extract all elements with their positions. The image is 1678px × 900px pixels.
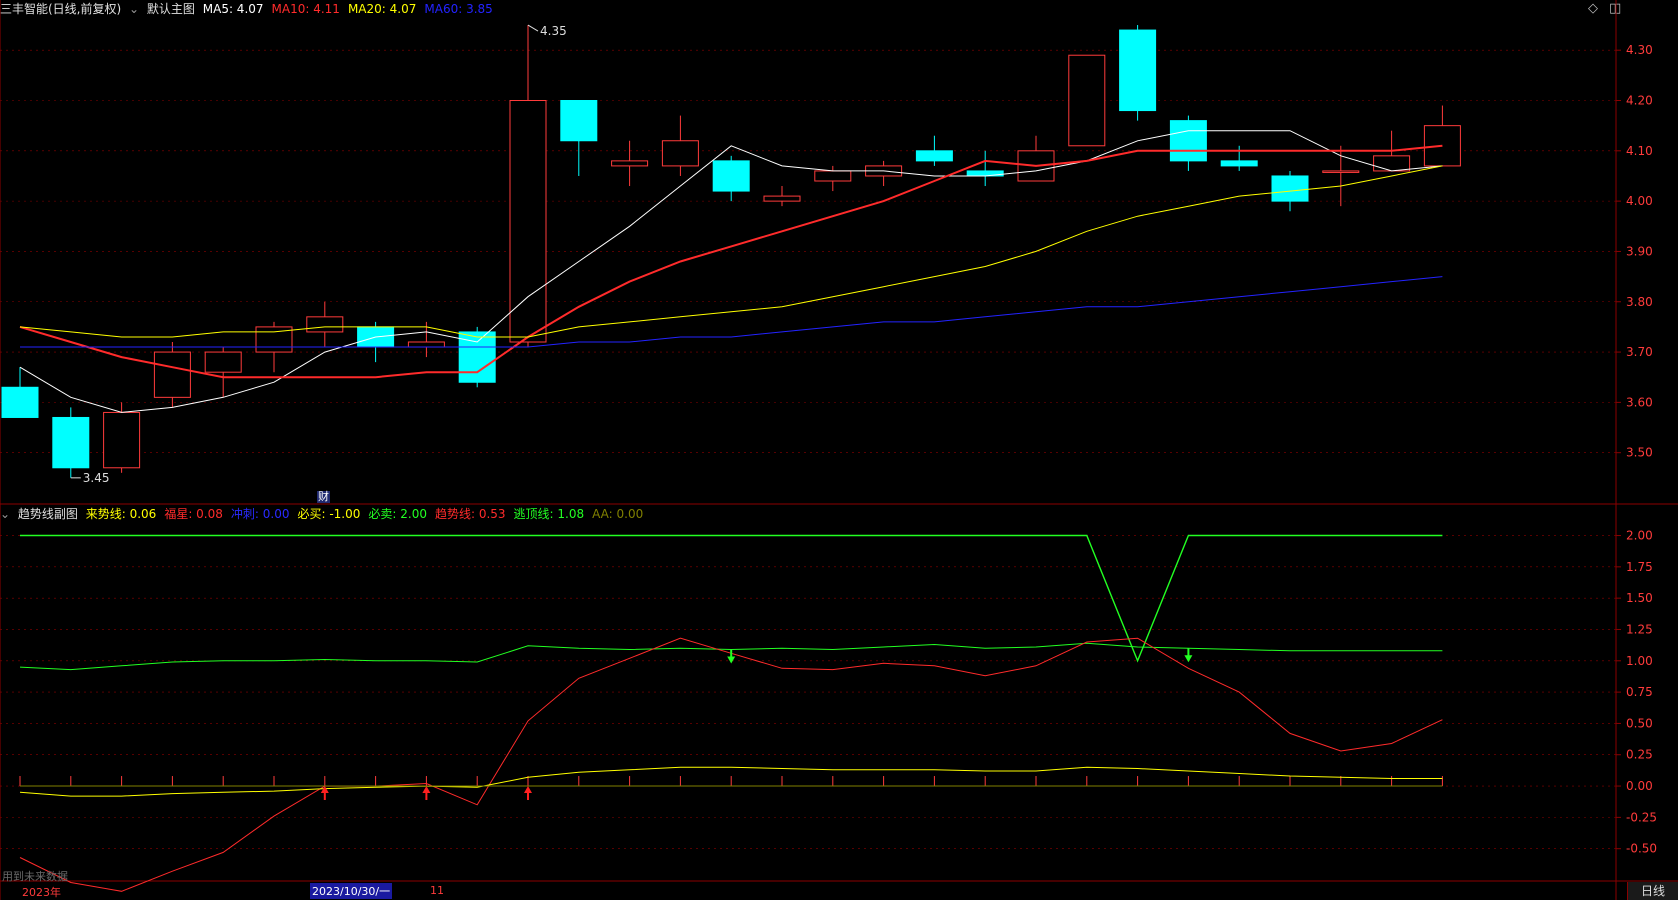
candle-body bbox=[103, 411, 141, 469]
price-annotation-pointer bbox=[527, 24, 539, 32]
candle-body bbox=[1220, 160, 1258, 167]
candle-body bbox=[1423, 125, 1461, 167]
sub-tick-label: 1.75 bbox=[1626, 560, 1653, 574]
buy-arrow-icon bbox=[422, 786, 431, 801]
candle-body bbox=[1169, 120, 1207, 162]
main-tick-label: 3.90 bbox=[1626, 244, 1653, 258]
year-label: 2023年 bbox=[22, 886, 61, 899]
price-annotation-label: 4.35 bbox=[540, 24, 567, 38]
candle-body bbox=[814, 170, 852, 182]
sub-tick-label: -0.25 bbox=[1626, 810, 1657, 824]
sub-line-趋势线 bbox=[19, 637, 1443, 892]
candle-body bbox=[915, 150, 953, 162]
candle-body bbox=[1271, 175, 1309, 202]
sub-tick-label: -0.50 bbox=[1626, 842, 1657, 856]
sub-tick-label: 0.75 bbox=[1626, 685, 1653, 699]
candle-body bbox=[1322, 170, 1360, 173]
candle-body bbox=[1119, 29, 1157, 112]
candle-body bbox=[204, 351, 242, 373]
candle-body bbox=[611, 160, 649, 167]
future-data-note: 用到未来数据 bbox=[2, 870, 68, 883]
candle-body bbox=[763, 195, 801, 202]
chart-canvas[interactable]: 4.35 3.45 4.30 4.20 4.10 4.00 3.90 3.80 3.70 3.6… bbox=[0, 0, 1678, 900]
sub-tick-label: 0.25 bbox=[1626, 748, 1653, 762]
candle-body bbox=[661, 140, 699, 167]
candle-body bbox=[509, 100, 547, 343]
main-tick-label: 3.60 bbox=[1626, 395, 1653, 409]
candle-body bbox=[52, 416, 90, 469]
sub-tick-label: 1.00 bbox=[1626, 654, 1653, 668]
sub-tick-label: 0.50 bbox=[1626, 716, 1653, 730]
main-tick-label: 3.80 bbox=[1626, 295, 1653, 309]
sell-arrow-icon bbox=[727, 649, 736, 664]
sell-arrow-icon bbox=[1184, 648, 1193, 663]
candle-body bbox=[153, 351, 191, 398]
sub-line-必卖 bbox=[20, 534, 1443, 663]
candle-body bbox=[1, 386, 39, 418]
buy-arrow-icon bbox=[524, 786, 532, 801]
main-tick-label: 4.20 bbox=[1626, 94, 1653, 108]
sub-tick-label: 2.00 bbox=[1626, 529, 1653, 543]
candle-body bbox=[1373, 155, 1411, 172]
price-annotation-label: 3.45 bbox=[83, 471, 110, 485]
sub-tick-label: 0.00 bbox=[1626, 779, 1653, 793]
candle-body bbox=[560, 100, 598, 142]
main-tick-label: 4.00 bbox=[1626, 194, 1653, 208]
candle-body bbox=[306, 316, 344, 333]
sub-tick-label: 1.50 bbox=[1626, 591, 1653, 605]
period-tab-daily[interactable]: 日线 bbox=[1627, 882, 1678, 900]
event-marker-icon[interactable]: 财 bbox=[317, 491, 330, 503]
month-label: 11 bbox=[430, 884, 444, 897]
candle-body bbox=[1068, 54, 1106, 147]
main-tick-label: 4.10 bbox=[1626, 144, 1653, 158]
main-tick-label: 4.30 bbox=[1626, 43, 1653, 57]
main-tick-label: 3.50 bbox=[1626, 446, 1653, 460]
date-cursor-label: 2023/10/30/一 bbox=[310, 883, 393, 899]
candle-body bbox=[712, 160, 750, 192]
main-tick-label: 3.70 bbox=[1626, 345, 1653, 359]
candle-body bbox=[407, 341, 445, 348]
sub-tick-label: 1.25 bbox=[1626, 622, 1653, 636]
